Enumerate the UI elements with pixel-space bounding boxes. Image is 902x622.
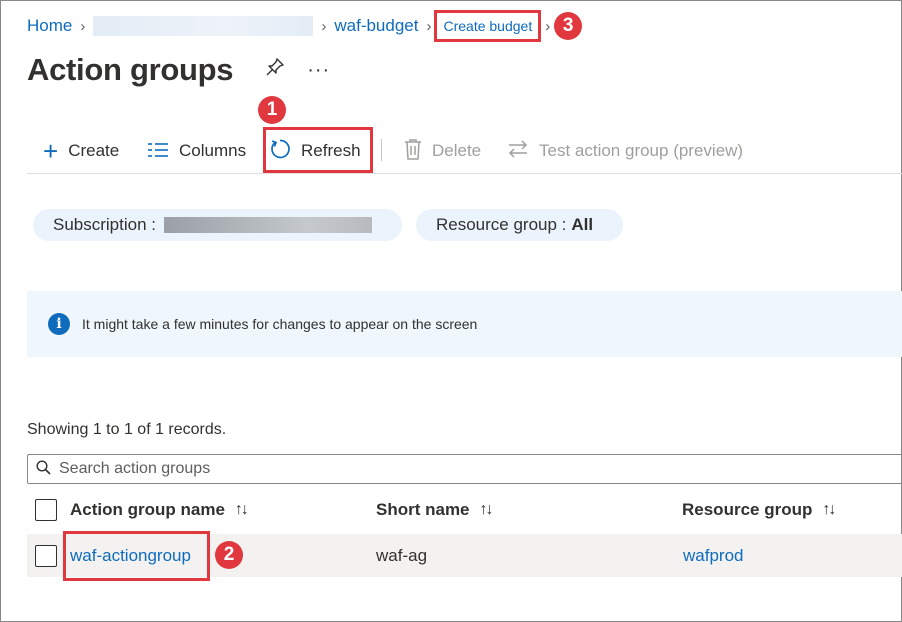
sort-icon[interactable]: ↑↓ [822,501,836,519]
delete-button[interactable]: Delete [404,136,481,166]
search-icon [36,459,51,479]
action-group-name-link[interactable]: waf-actiongroup [70,534,191,577]
chevron-right-icon: › [545,17,551,35]
breadcrumb-redacted [93,16,314,36]
columns-icon [147,140,169,162]
column-header-action-group-name[interactable]: Action group name ↑↓ [70,496,249,524]
resource-group-value: All [571,215,594,234]
header-select-all[interactable] [35,496,57,524]
info-message: It might take a few minutes for changes … [82,316,478,332]
select-all-checkbox[interactable] [35,499,57,521]
plus-icon: + [43,136,59,166]
column-header-label: Short name [376,500,470,519]
info-banner: i It might take a few minutes for change… [27,291,902,357]
short-name-cell: waf-ag [376,545,428,565]
search-placeholder: Search action groups [59,460,211,477]
breadcrumb-waf-budget[interactable]: waf-budget [334,16,418,36]
records-count: Showing 1 to 1 of 1 records. [27,421,227,438]
column-header-label: Action group name [70,500,225,519]
column-header-resource-group[interactable]: Resource group ↑↓ [682,496,836,524]
chevron-right-icon: › [80,17,86,35]
chevron-right-icon: › [321,17,327,35]
resource-group-link[interactable]: wafprod [683,534,743,577]
command-toolbar: + Create Columns Refresh Delete Test act… [27,127,902,174]
refresh-label: Refresh [301,141,361,160]
annotation-badge-2: 2 [215,541,243,569]
breadcrumb: Home › › waf-budget › Create budget › 3 [27,10,583,42]
swap-arrows-icon [507,139,529,163]
page-title: Action groups [27,52,234,87]
row-select[interactable] [35,534,57,577]
subscription-label: Subscription : [53,215,156,234]
info-icon: i [48,313,70,335]
trash-icon [404,138,422,164]
resource-group-filter[interactable]: Resource group : All [416,209,623,241]
subscription-filter[interactable]: Subscription : [33,209,402,241]
annotation-badge-3: 3 [554,12,583,40]
search-input[interactable]: Search action groups [27,454,902,484]
subscription-redacted [164,217,372,233]
delete-label: Delete [432,141,482,160]
columns-button[interactable]: Columns [147,136,246,166]
sort-icon[interactable]: ↑↓ [480,501,494,519]
table-row[interactable]: waf-actiongroup 2 waf-ag wafprod [27,531,902,581]
annotation-badge-1: 1 [258,96,286,124]
test-action-group-button[interactable]: Test action group (preview) [507,136,743,166]
breadcrumb-home[interactable]: Home [27,16,72,36]
row-checkbox[interactable] [35,544,57,567]
sort-icon[interactable]: ↑↓ [235,501,249,519]
toolbar-divider [381,139,382,161]
title-row: Action groups ··· [27,52,330,88]
create-label: Create [68,141,120,160]
test-label: Test action group (preview) [539,141,744,160]
column-header-label: Resource group [682,500,813,519]
refresh-icon [269,138,291,164]
breadcrumb-create-budget[interactable]: Create budget [434,10,542,42]
resource-group-label: Resource group : [436,215,567,234]
column-header-short-name[interactable]: Short name ↑↓ [376,496,494,524]
create-button[interactable]: + Create [43,136,119,166]
refresh-button[interactable]: Refresh [269,136,361,166]
more-options-icon[interactable]: ··· [307,59,330,82]
pin-icon[interactable] [265,57,285,83]
columns-label: Columns [179,141,247,160]
chevron-right-icon: › [426,17,432,35]
